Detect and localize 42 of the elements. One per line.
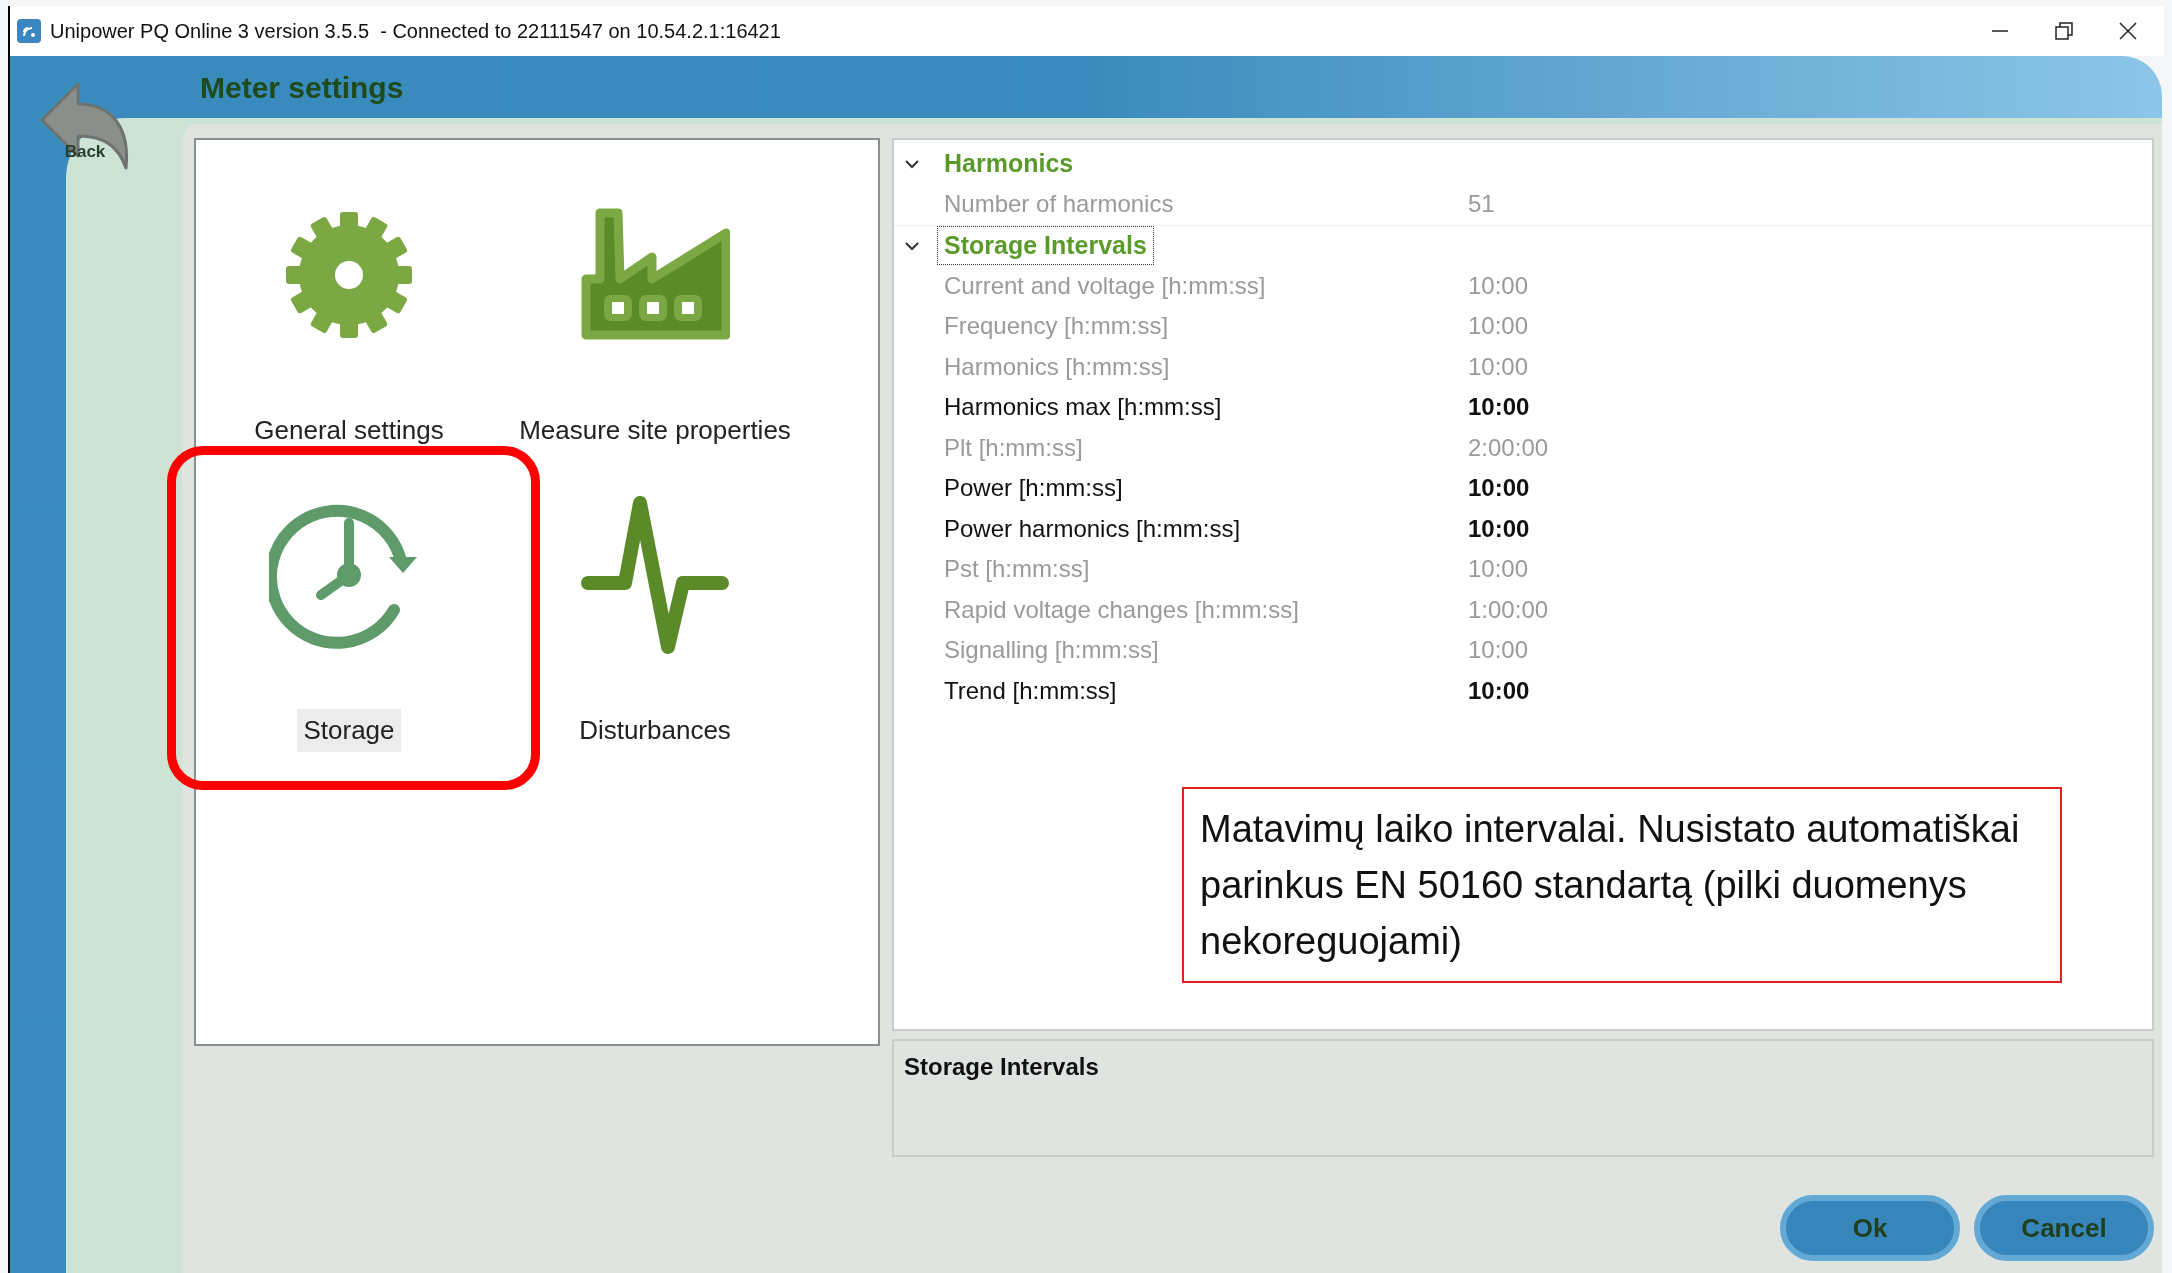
property-value[interactable]: 10:00 <box>1468 510 1530 547</box>
app-icon <box>16 18 42 44</box>
property-name: Harmonics max [h:mm:ss] <box>943 392 1223 423</box>
description-title: Storage Intervals <box>904 1053 1099 1080</box>
property-name: Rapid voltage changes [h:mm:ss] <box>943 594 1300 625</box>
property-value[interactable]: 10:00 <box>1468 267 1529 304</box>
property-value[interactable]: 10:00 <box>1468 551 1529 588</box>
property-name: Power [h:mm:ss] <box>943 473 1124 504</box>
window-title: Unipower PQ Online 3 version 3.5.5 - Connected to 22111547 on 10.54.2.1:16421 <box>50 19 781 44</box>
category-item[interactable]: Disturbances <box>573 709 737 752</box>
property-name: Plt [h:mm:ss] <box>943 432 1084 463</box>
factory-icon <box>580 207 730 342</box>
close-icon[interactable] <box>2118 21 2138 41</box>
property-name: Power harmonics [h:mm:ss] <box>943 513 1242 544</box>
dialog-button[interactable]: Ok <box>1780 1195 1960 1261</box>
property-value[interactable]: 2:00:00 <box>1468 429 1549 466</box>
dialog-button[interactable]: Cancel <box>1974 1195 2154 1261</box>
group-header[interactable]: Storage Intervals <box>938 226 1153 265</box>
annotation-text: Matavimų laiko intervalai. Nusistato automatiškai parinkus EN 50160 standartą (pilki duomenys nekoreguojami) <box>1200 808 2020 962</box>
property-name: Pst [h:mm:ss] <box>943 554 1091 585</box>
property-value[interactable]: 10:00 <box>1468 672 1530 709</box>
property-value[interactable]: 10:00 <box>1468 470 1530 507</box>
category-item[interactable]: General settings <box>248 409 450 452</box>
page-title: Meter settings <box>200 69 404 106</box>
property-value[interactable]: 10:00 <box>1468 389 1530 426</box>
property-name: Current and voltage [h:mm:ss] <box>943 270 1267 301</box>
restore-icon[interactable] <box>2054 21 2074 41</box>
property-name: Frequency [h:mm:ss] <box>943 311 1170 342</box>
property-value[interactable]: 10:00 <box>1468 632 1529 669</box>
property-name: Number of harmonics <box>943 189 1175 220</box>
property-name: Trend [h:mm:ss] <box>943 675 1118 706</box>
category-item[interactable]: Measure site properties <box>513 409 797 452</box>
property-name: Harmonics [h:mm:ss] <box>943 351 1171 382</box>
property-value[interactable]: 51 <box>1468 186 1495 223</box>
pulse-icon <box>580 494 730 655</box>
property-value[interactable]: 1:00:00 <box>1468 591 1549 628</box>
property-value[interactable]: 10:00 <box>1468 348 1529 385</box>
property-value[interactable]: 10:00 <box>1468 308 1529 345</box>
category-item[interactable]: Storage <box>297 709 401 752</box>
property-name: Signalling [h:mm:ss] <box>943 635 1160 666</box>
group-header[interactable]: Harmonics <box>938 145 1080 183</box>
gear-icon <box>284 209 414 340</box>
